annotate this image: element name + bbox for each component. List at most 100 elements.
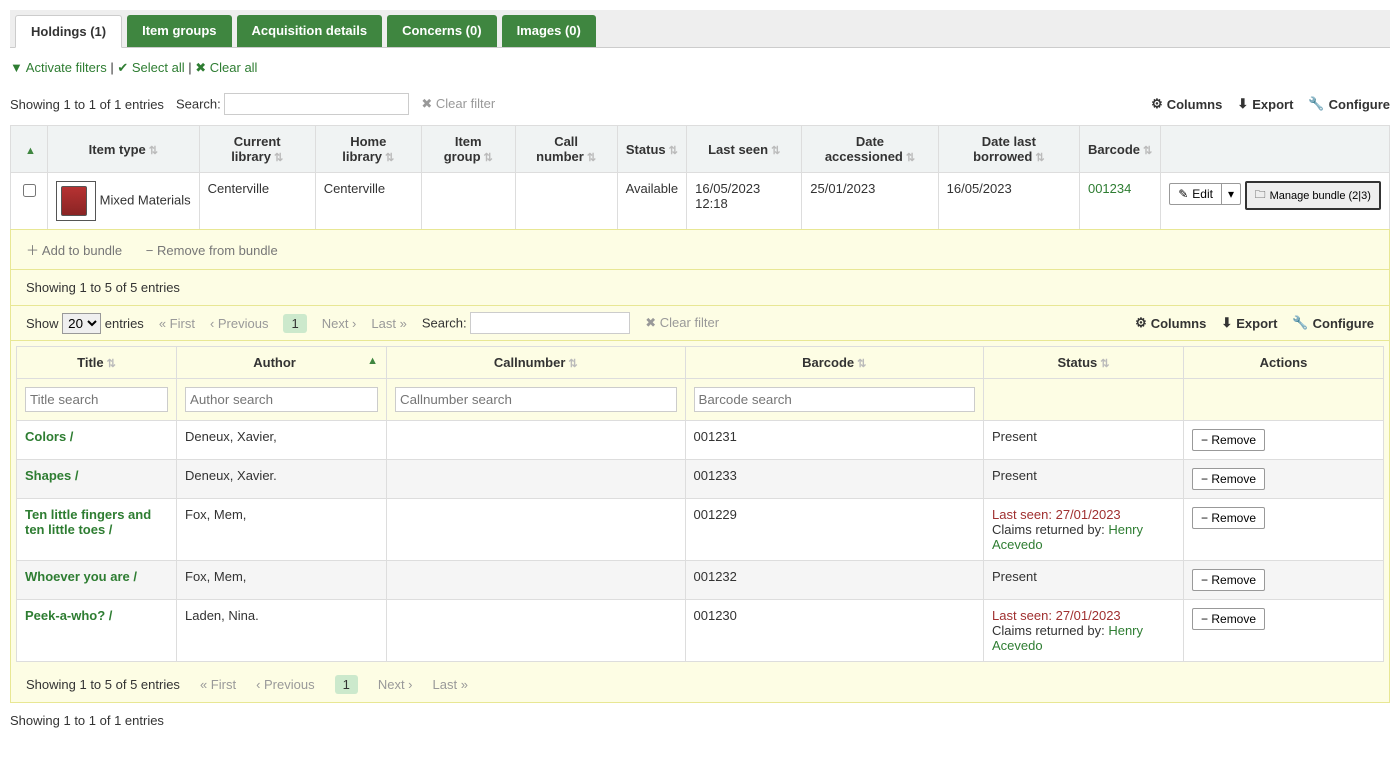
inner-clear-filter[interactable]: ✖ Clear filter: [645, 315, 719, 331]
holdings-table: ▲ Item type⇅ Current library⇅ Home libra…: [10, 125, 1390, 230]
col-callnumber[interactable]: Callnumber⇅: [387, 347, 686, 379]
outer-table-controls: Showing 1 to 1 of 1 entries Search: ✖ Cl…: [10, 88, 1390, 120]
author-filter[interactable]: [185, 387, 378, 412]
bundle-items-table: Title⇅ Author▲ Callnumber⇅ Barcode⇅ Stat…: [16, 346, 1384, 662]
cell-barcode: 001232: [685, 561, 984, 600]
title-link[interactable]: Peek-a-who? /: [25, 608, 112, 623]
cell-barcode: 001229: [685, 499, 984, 561]
pager-last[interactable]: Last »: [371, 316, 406, 331]
gear-icon: ⚙: [1135, 315, 1147, 331]
pager-last-bottom[interactable]: Last »: [433, 677, 468, 692]
inner-pager-bottom: Showing 1 to 5 of 5 entries « First ‹ Pr…: [11, 667, 1389, 702]
inner-export-button[interactable]: ⬇ Export: [1221, 315, 1277, 331]
pager-next[interactable]: Next ›: [322, 316, 357, 331]
pager-first[interactable]: « First: [159, 316, 195, 331]
inner-entries-summary-bottom: Showing 1 to 5 of 5 entries: [26, 677, 180, 692]
title-link[interactable]: Ten little fingers and ten little toes /: [25, 507, 151, 537]
status-last-seen: Last seen: 27/01/2023: [992, 608, 1175, 623]
callnumber-filter[interactable]: [395, 387, 677, 412]
table-row: Whoever you are /Fox, Mem,001232Present−…: [17, 561, 1384, 600]
col-date-last-borrowed[interactable]: Date last borrowed⇅: [938, 126, 1079, 173]
col-checkbox[interactable]: ▲: [11, 126, 48, 173]
cell-current-library: Centerville: [199, 173, 315, 230]
edit-dropdown[interactable]: ▾: [1222, 183, 1241, 205]
add-to-bundle-link[interactable]: ＋ Add to bundle: [26, 243, 126, 258]
col-last-seen[interactable]: Last seen⇅: [687, 126, 802, 173]
remove-button[interactable]: − Remove: [1192, 569, 1265, 591]
pager-previous[interactable]: ‹ Previous: [210, 316, 269, 331]
title-link[interactable]: Colors /: [25, 429, 73, 444]
col-item-group[interactable]: Item group⇅: [421, 126, 515, 173]
configure-label: Configure: [1329, 97, 1390, 112]
inner-configure-button[interactable]: 🔧 Configure: [1292, 315, 1374, 331]
col-status[interactable]: Status⇅: [617, 126, 687, 173]
cell-author: Deneux, Xavier,: [177, 421, 387, 460]
title-filter[interactable]: [25, 387, 168, 412]
outer-search-input[interactable]: [224, 93, 409, 115]
cell-status: Available: [617, 173, 687, 230]
activate-filters-link[interactable]: Activate filters: [26, 60, 107, 75]
row-checkbox[interactable]: [23, 184, 36, 197]
tab-concerns[interactable]: Concerns (0): [387, 15, 496, 47]
wrench-icon: 🔧: [1292, 315, 1308, 331]
col-title[interactable]: Title⇅: [17, 347, 177, 379]
inner-columns-button[interactable]: ⚙ Columns: [1135, 315, 1206, 331]
inner-configure-label: Configure: [1313, 316, 1374, 331]
tab-acquisition-details[interactable]: Acquisition details: [237, 15, 383, 47]
remove-button[interactable]: − Remove: [1192, 507, 1265, 529]
col-barcode[interactable]: Barcode⇅: [1079, 126, 1160, 173]
barcode-filter[interactable]: [694, 387, 976, 412]
columns-button[interactable]: ⚙ Columns: [1151, 96, 1222, 112]
remove-from-bundle-link[interactable]: − Remove from bundle: [146, 243, 278, 258]
table-row: Shapes /Deneux, Xavier.001233Present− Re…: [17, 460, 1384, 499]
col-author[interactable]: Author▲: [177, 347, 387, 379]
manage-bundle-button[interactable]: 🗀 Manage bundle (2|3): [1245, 181, 1381, 210]
edit-button[interactable]: ✎ Edit: [1169, 183, 1222, 205]
person-link[interactable]: Henry Acevedo: [992, 522, 1143, 552]
cell-callnumber: [387, 499, 686, 561]
cell-author: Laden, Nina.: [177, 600, 387, 662]
cell-home-library: Centerville: [315, 173, 421, 230]
remove-from-bundle-label: Remove from bundle: [157, 243, 278, 258]
inner-export-label: Export: [1236, 316, 1277, 331]
remove-button[interactable]: − Remove: [1192, 608, 1265, 630]
cell-callnumber: [387, 600, 686, 662]
close-icon: ✖: [421, 96, 432, 112]
title-link[interactable]: Whoever you are /: [25, 569, 137, 584]
minus-icon: −: [1201, 472, 1208, 486]
col-item-type[interactable]: Item type⇅: [48, 126, 200, 173]
pager-first-bottom[interactable]: « First: [200, 677, 236, 692]
col-call-number[interactable]: Call number⇅: [515, 126, 617, 173]
col-current-library[interactable]: Current library⇅: [199, 126, 315, 173]
col-actions-inner: Actions: [1184, 347, 1384, 379]
cell-callnumber: [387, 460, 686, 499]
pager-current-bottom: 1: [335, 675, 358, 694]
barcode-link[interactable]: 001234: [1088, 181, 1131, 196]
plus-icon: ＋: [26, 240, 39, 259]
configure-button[interactable]: 🔧 Configure: [1308, 96, 1390, 112]
clear-all-link[interactable]: Clear all: [210, 60, 258, 75]
col-home-library[interactable]: Home library⇅: [315, 126, 421, 173]
person-link[interactable]: Henry Acevedo: [992, 623, 1143, 653]
export-button[interactable]: ⬇ Export: [1237, 96, 1293, 112]
col-barcode-inner[interactable]: Barcode⇅: [685, 347, 984, 379]
pager-previous-bottom[interactable]: ‹ Previous: [256, 677, 315, 692]
tab-item-groups[interactable]: Item groups: [127, 15, 231, 47]
pager-next-bottom[interactable]: Next ›: [378, 677, 413, 692]
tab-holdings[interactable]: Holdings (1): [15, 15, 122, 48]
col-status-inner[interactable]: Status⇅: [984, 347, 1184, 379]
remove-button[interactable]: − Remove: [1192, 429, 1265, 451]
tab-images[interactable]: Images (0): [502, 15, 596, 47]
cell-author: Fox, Mem,: [177, 561, 387, 600]
status-claims: Claims returned by: Henry Acevedo: [992, 522, 1175, 552]
cell-date-accessioned: 25/01/2023: [802, 173, 938, 230]
remove-button[interactable]: − Remove: [1192, 468, 1265, 490]
title-link[interactable]: Shapes /: [25, 468, 78, 483]
filter-icon: ▼: [10, 60, 23, 75]
inner-search-input[interactable]: [470, 312, 630, 334]
col-date-accessioned[interactable]: Date accessioned⇅: [802, 126, 938, 173]
select-all-link[interactable]: Select all: [132, 60, 185, 75]
page-size-select[interactable]: 20: [62, 313, 101, 334]
cell-barcode: 001230: [685, 600, 984, 662]
outer-clear-filter[interactable]: ✖ Clear filter: [421, 96, 495, 112]
